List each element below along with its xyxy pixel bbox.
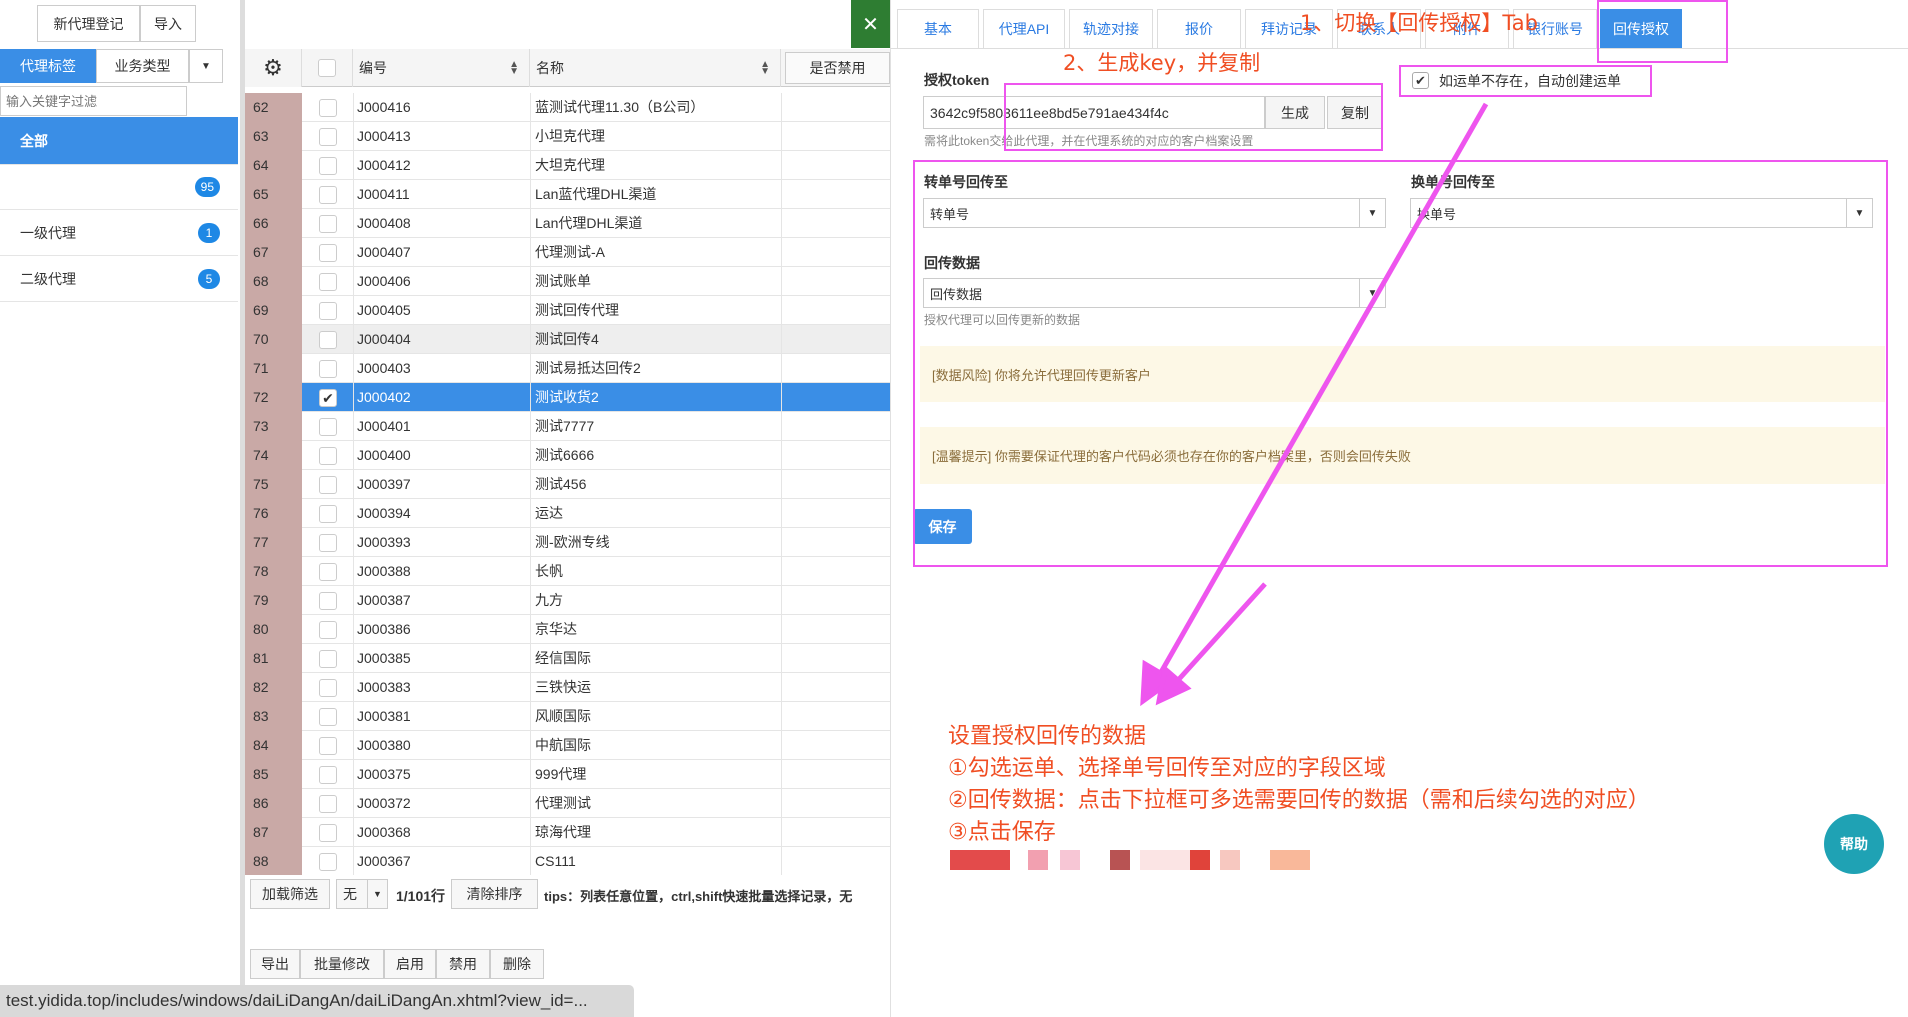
annotation-desc-2: ②回传数据：点击下拉框可多选需要回传的数据（需和后续勾选的对应） xyxy=(948,788,1650,813)
annotation-desc-title: 设置授权回传的数据 xyxy=(948,724,1147,749)
annotation-desc-3: ③点击保存 xyxy=(948,820,1056,845)
redacted-block xyxy=(950,850,1310,870)
arrow-line-long xyxy=(1149,102,1489,690)
annotation-desc-1: ①勾选运单、选择单号回传至对应的字段区域 xyxy=(948,756,1386,781)
arrow-line-short xyxy=(1169,582,1267,690)
